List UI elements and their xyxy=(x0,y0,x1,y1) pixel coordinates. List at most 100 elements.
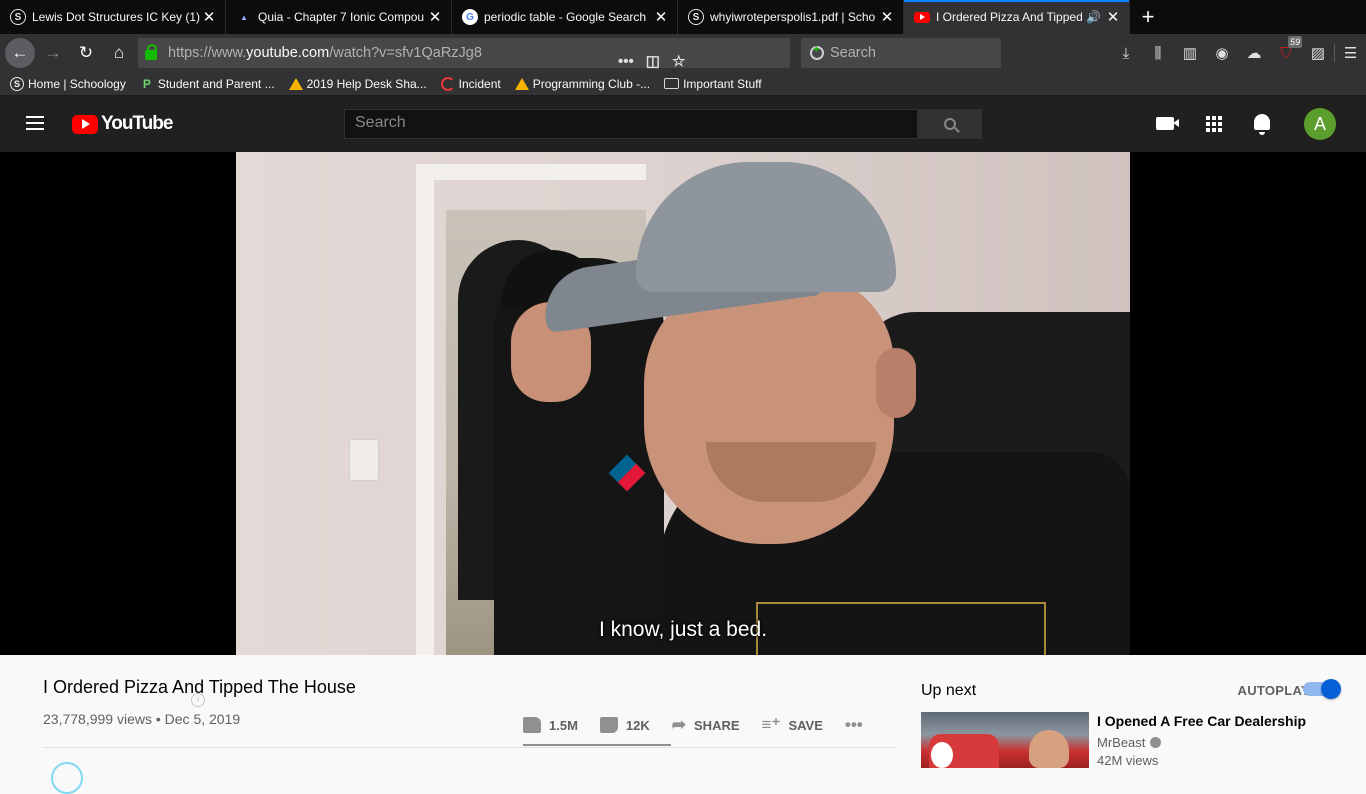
up-next-panel: Up next AUTOPLAY I Opened A Free Car Dea… xyxy=(921,655,1345,768)
close-tab-icon[interactable]: ✕ xyxy=(201,8,217,26)
ublock-icon[interactable]: ⛉ 59 xyxy=(1270,35,1302,62)
verified-icon xyxy=(1150,737,1162,748)
recommended-channel[interactable]: MrBeast xyxy=(1097,735,1162,750)
bookmark-label: 2019 Help Desk Sha... xyxy=(306,76,427,91)
dislike-button[interactable]: 12K xyxy=(599,717,650,733)
account-icon[interactable]: ◉ xyxy=(1206,44,1238,62)
incident-icon xyxy=(440,76,455,91)
save-button[interactable]: ≡⁺ SAVE xyxy=(762,715,823,735)
quia-icon: ▲ xyxy=(240,12,248,22)
screenshot-extension-icon[interactable]: ▨ xyxy=(1302,44,1334,62)
video-player[interactable]: I know, just a bed. xyxy=(0,152,1366,655)
video-actions: 1.5M 12K ➦ SHARE ≡⁺ SAVE ••• xyxy=(523,707,893,743)
recommended-thumbnail[interactable] xyxy=(921,712,1089,768)
bookmark-label: Home | Schoology xyxy=(28,76,126,91)
close-tab-icon[interactable]: ✕ xyxy=(1105,8,1121,26)
back-button[interactable]: ← xyxy=(5,38,35,68)
search-engine-icon xyxy=(810,44,824,60)
home-button[interactable]: ⌂ xyxy=(104,38,134,68)
bookmark-label: Important Stuff xyxy=(683,76,762,91)
like-button[interactable]: 1.5M xyxy=(523,717,578,733)
ublock-badge: 59 xyxy=(1287,35,1302,48)
bookmark-label: Student and Parent ... xyxy=(157,76,275,91)
video-light-switch xyxy=(350,440,378,480)
library-icon[interactable]: ⫼ xyxy=(1142,45,1174,62)
tab-lewis-dot[interactable]: S Lewis Dot Structures IC Key (1) ✕ xyxy=(0,0,226,34)
forward-button[interactable]: → xyxy=(38,38,68,68)
publish-date: Dec 5, 2019 xyxy=(164,711,241,727)
video-cap xyxy=(636,162,896,292)
url-text: https://www.youtube.com/watch?v=sfv1QaRz… xyxy=(168,45,482,61)
menu-icon[interactable]: ☰ xyxy=(1334,44,1366,62)
close-tab-icon[interactable]: ✕ xyxy=(427,8,443,26)
url-domain: youtube.com xyxy=(246,45,330,61)
guide-menu-icon[interactable] xyxy=(26,116,44,134)
bookmark-incident[interactable]: Incident xyxy=(440,76,501,91)
youtube-search-button[interactable] xyxy=(918,109,982,139)
video-meta: 23,778,999 views • Dec 5, 2019 xyxy=(43,711,240,727)
bookmark-home-schoology[interactable]: S Home | Schoology xyxy=(10,76,126,91)
bookmark-important-stuff[interactable]: Important Stuff xyxy=(664,77,762,91)
folder-icon xyxy=(664,78,680,89)
url-prefix: https://www. xyxy=(168,45,247,61)
pocket-icon[interactable]: ◫ xyxy=(646,52,660,70)
tab-periodic-table[interactable]: G periodic table - Google Search ✕ xyxy=(452,0,678,34)
thumbnail-face xyxy=(1029,730,1069,768)
close-tab-icon[interactable]: ✕ xyxy=(879,8,895,26)
thumbs-down-icon xyxy=(599,717,618,733)
new-tab-button[interactable]: + xyxy=(1130,0,1166,34)
recommended-title[interactable]: I Opened A Free Car Dealership xyxy=(1097,713,1306,729)
video-title: I Ordered Pizza And Tipped The House xyxy=(43,677,356,697)
bookmark-label: Programming Club -... xyxy=(532,76,651,91)
more-icon: ••• xyxy=(844,715,863,734)
autoplay-toggle[interactable] xyxy=(1303,679,1341,699)
sentiment-bar-fill xyxy=(523,744,670,746)
bookmark-star-icon[interactable]: ☆ xyxy=(672,52,685,70)
avatar[interactable]: A xyxy=(1304,108,1336,140)
close-tab-icon[interactable]: ✕ xyxy=(653,8,669,26)
tab-title: Quia - Chapter 7 Ionic Compou xyxy=(258,10,425,24)
address-bar[interactable]: i https://www.youtube.com/watch?v=sfv1Qa… xyxy=(138,38,790,707)
notifications-bell-icon[interactable] xyxy=(1254,114,1270,135)
browser-search-placeholder: Search xyxy=(830,45,876,61)
recommended-channel-name: MrBeast xyxy=(1097,735,1146,750)
reload-button[interactable]: ↻ xyxy=(71,38,101,68)
video-caption: I know, just a bed. xyxy=(598,618,768,641)
drive-icon xyxy=(514,77,529,90)
like-count: 1.5M xyxy=(549,717,578,733)
tab-youtube-video[interactable]: I Ordered Pizza And Tipped 🔊 ✕ xyxy=(904,0,1130,34)
tab-title: periodic table - Google Search xyxy=(484,10,647,24)
channel-avatar[interactable] xyxy=(51,762,83,794)
youtube-logo[interactable]: YouTube xyxy=(72,113,173,135)
bookmark-student-parent[interactable]: P Student and Parent ... xyxy=(140,77,275,91)
tab-persepolis-pdf[interactable]: S whyiwroteperspolis1.pdf | Scho ✕ xyxy=(678,0,904,34)
bookmark-help-desk[interactable]: 2019 Help Desk Sha... xyxy=(288,76,427,91)
drive-icon xyxy=(288,77,303,90)
apps-grid-icon[interactable] xyxy=(1206,116,1222,132)
sidebar-icon[interactable]: ▥ xyxy=(1174,44,1206,62)
youtube-search-input[interactable]: Search xyxy=(344,109,918,139)
page-actions-menu-icon[interactable]: ••• xyxy=(618,53,634,70)
more-actions-button[interactable]: ••• xyxy=(845,715,871,735)
tab-title: whyiwroteperspolis1.pdf | Scho xyxy=(710,10,876,24)
playlist-add-icon: ≡⁺ xyxy=(761,715,781,734)
youtube-wordmark: YouTube xyxy=(101,113,173,134)
create-video-icon[interactable] xyxy=(1156,117,1179,130)
tab-quia[interactable]: ▲ Quia - Chapter 7 Ionic Compou ✕ xyxy=(226,0,452,34)
extension-icon[interactable]: ☁ xyxy=(1238,44,1270,62)
share-label: SHARE xyxy=(694,717,740,733)
browser-search-bar[interactable]: Search xyxy=(801,38,1001,68)
bookmark-programming-club[interactable]: Programming Club -... xyxy=(514,76,651,91)
sentiment-bar xyxy=(523,744,671,746)
bookmark-label: Incident xyxy=(458,76,501,91)
toolbar-icons: ⤓ ⫼ ▥ ◉ ☁ ⛉ 59 ▨ ☰ xyxy=(1110,34,1366,72)
share-icon: ➦ xyxy=(671,715,687,734)
dislike-count: 12K xyxy=(625,717,650,733)
share-button[interactable]: ➦ SHARE xyxy=(672,715,740,735)
powerschool-icon: P xyxy=(142,76,151,91)
downloads-icon[interactable]: ⤓ xyxy=(1110,45,1142,62)
up-next-heading: Up next xyxy=(921,682,977,699)
video-frame[interactable] xyxy=(236,152,1130,655)
schoology-icon: S xyxy=(10,76,24,91)
speaker-icon[interactable]: 🔊 xyxy=(1086,10,1101,24)
